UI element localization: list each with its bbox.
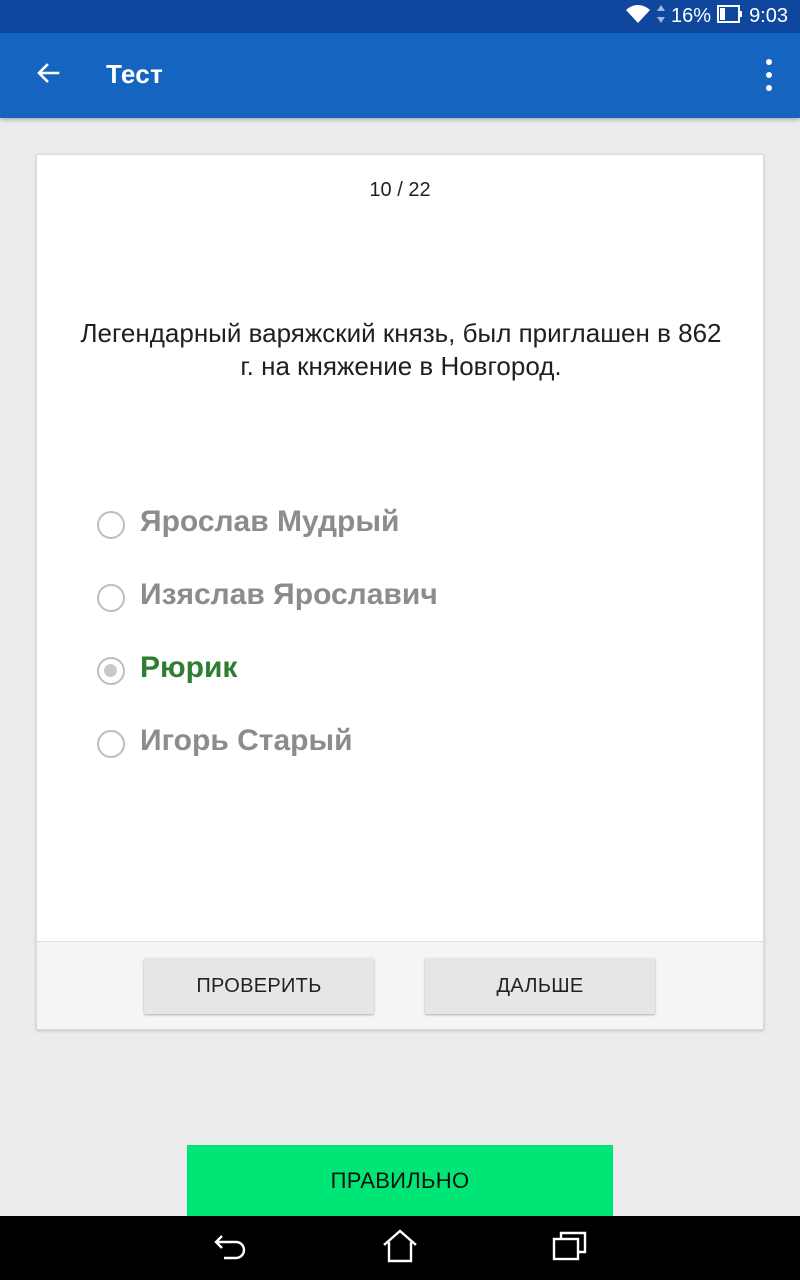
status-indicators: 16% 9:03 [625,0,788,33]
battery-icon [717,4,743,29]
app-bar: Тест [0,33,800,118]
answer-option-selected[interactable]: Рюрик [97,651,697,724]
wifi-icon [625,3,651,31]
radio-button[interactable] [97,584,125,612]
answer-option[interactable]: Ярослав Мудрый [97,505,697,578]
radio-button[interactable] [97,730,125,758]
radio-button[interactable] [97,511,125,539]
more-vertical-icon-dot [766,59,772,65]
clock: 9:03 [749,5,788,27]
answer-label: Игорь Старый [140,724,353,757]
more-vertical-icon-dot [766,85,772,91]
more-vertical-icon-dot [766,72,772,78]
radio-button-checked[interactable] [97,657,125,685]
back-icon [212,1230,248,1267]
next-button[interactable]: ДАЛЬШЕ [425,958,655,1014]
arrow-left-icon [36,61,60,90]
answer-label: Изяслав Ярославич [140,578,438,611]
nav-recent-apps-button[interactable] [550,1228,590,1268]
system-navigation-bar [0,1216,800,1280]
question-text: Легендарный варяжский князь, был приглаш… [80,318,722,381]
page-title: Тест [106,59,164,89]
data-arrows-icon [657,4,666,30]
answer-label-correct: Рюрик [140,651,238,684]
answer-option[interactable]: Изяслав Ярославич [97,578,697,651]
back-button[interactable] [28,55,68,95]
card-actions: ПРОВЕРИТЬ ДАЛЬШЕ [37,941,763,1029]
answer-label: Ярослав Мудрый [140,505,400,538]
nav-back-button[interactable] [210,1228,250,1268]
recent-apps-icon [552,1230,588,1267]
check-button[interactable]: ПРОВЕРИТЬ [144,958,374,1014]
status-bar: 16% 9:03 [0,0,800,33]
nav-home-button[interactable] [380,1228,420,1268]
overflow-menu-button[interactable] [764,59,774,91]
question-counter: 10 / 22 [369,179,431,201]
result-banner: ПРАВИЛЬНО [187,1145,613,1217]
answer-option[interactable]: Игорь Старый [97,724,697,797]
battery-percent: 16% [671,5,712,27]
answer-options: Ярослав Мудрый Изяслав Ярославич Рюрик И… [97,505,697,797]
home-icon [382,1228,418,1268]
question-card: 10 / 22 Легендарный варяжский князь, был… [36,154,764,1030]
